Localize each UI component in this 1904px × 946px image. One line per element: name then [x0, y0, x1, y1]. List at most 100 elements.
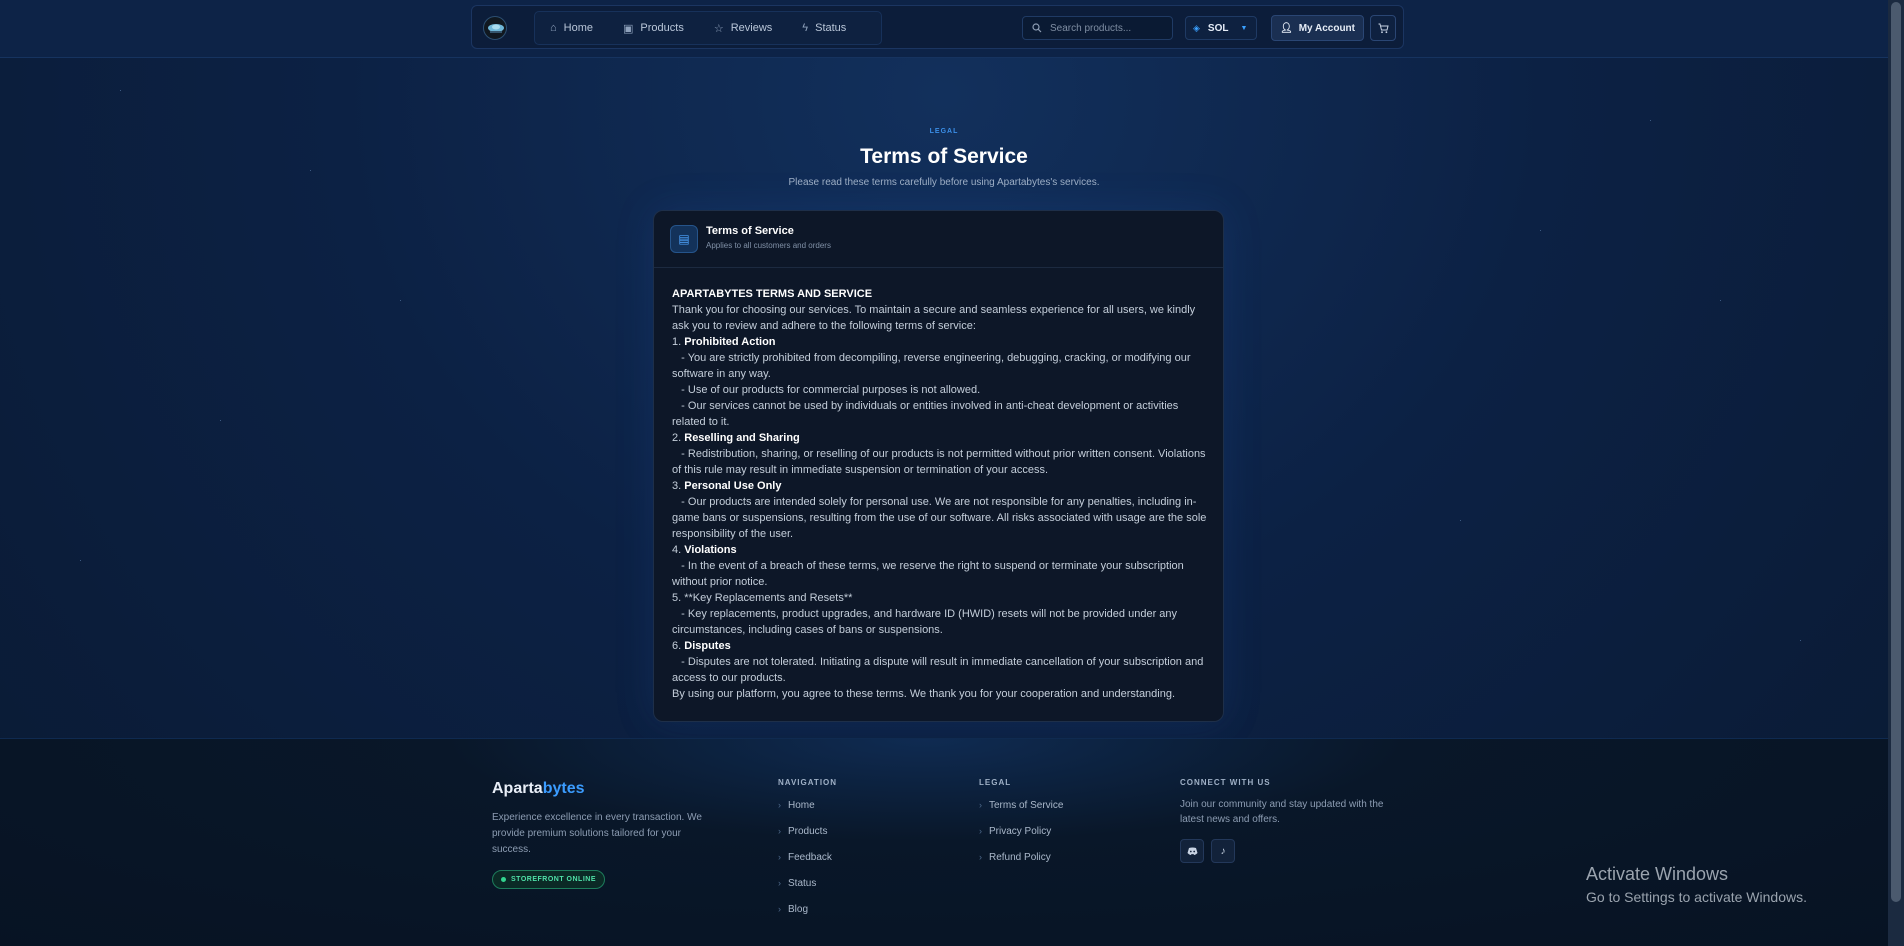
card-subtitle: Applies to all customers and orders	[706, 241, 831, 250]
bullet-icon: ›	[778, 904, 781, 914]
social-links: ♪	[1180, 839, 1390, 863]
section-1-line-2: - Use of our products for commercial pur…	[681, 384, 981, 396]
status-badge: STOREFRONT ONLINE	[492, 870, 605, 889]
status-badge-label: STOREFRONT ONLINE	[511, 876, 596, 883]
section-3-title: Personal Use Only	[684, 480, 782, 492]
section-6-number: 6.	[672, 640, 682, 652]
section-5-line-1: - Key replacements, product upgrades, an…	[672, 608, 1178, 636]
chevron-down-icon: ▼	[1240, 24, 1248, 32]
online-dot-icon	[501, 877, 506, 882]
nav-home[interactable]: ⌂ Home	[535, 12, 608, 44]
section-2-line-1: - Redistribution, sharing, or reselling …	[672, 448, 1206, 476]
footer-link-label: Blog	[788, 904, 809, 915]
section-1-title: Prohibited Action	[684, 336, 776, 348]
footer-description: Experience excellence in every transacti…	[492, 812, 702, 855]
main-nav: ⌂ Home ▣ Products ☆ Reviews ϟ Status	[534, 11, 882, 45]
card-title: Terms of Service	[706, 225, 794, 237]
home-icon: ⌂	[550, 22, 557, 34]
section-3-line-1: - Our products are intended solely for p…	[672, 496, 1207, 540]
search-input[interactable]	[1050, 22, 1165, 34]
nav-home-label: Home	[563, 22, 593, 34]
windows-activation-watermark: Activate Windows Go to Settings to activ…	[1586, 864, 1807, 905]
tiktok-button[interactable]: ♪	[1211, 839, 1235, 863]
footer-legal: LEGAL › Terms of Service › Privacy Policy …	[979, 778, 1063, 875]
footer-link-label: Feedback	[788, 852, 832, 863]
section-4-title: Violations	[684, 544, 737, 556]
user-icon: 👤︎	[1279, 22, 1293, 34]
bolt-icon: ϟ	[802, 22, 809, 34]
eyebrow-label: LEGAL	[929, 128, 959, 135]
nav-reviews-label: Reviews	[730, 22, 773, 34]
footer-link-products[interactable]: › Products	[778, 823, 837, 849]
box-icon: ▣	[623, 22, 634, 35]
brand-name-part-1: Aparta	[492, 780, 543, 797]
section-4-line-1: - In the event of a breach of these term…	[672, 560, 1184, 588]
currency-select[interactable]: ◈ SOL ▼	[1185, 16, 1257, 40]
footer-link-refund[interactable]: › Refund Policy	[979, 849, 1063, 875]
section-2-title: Reselling and Sharing	[684, 432, 800, 444]
page-title: Terms of Service	[860, 145, 1028, 168]
section-3-number: 3.	[672, 480, 682, 492]
document-icon: ▤	[670, 225, 698, 253]
my-account-label: My Account	[1298, 22, 1355, 34]
nav-status-label: Status	[815, 22, 847, 34]
discord-icon	[1187, 847, 1197, 855]
nav-reviews[interactable]: ☆ Reviews	[699, 12, 787, 44]
terms-content: APARTABYTES TERMS AND SERVICE Thank you …	[672, 286, 1212, 702]
section-2-number: 2.	[672, 432, 682, 444]
bullet-icon: ›	[778, 852, 781, 862]
footer-link-home[interactable]: › Home	[778, 797, 837, 823]
discord-button[interactable]	[1180, 839, 1204, 863]
tiktok-icon: ♪	[1220, 845, 1226, 857]
cart-icon	[1378, 23, 1389, 33]
connect-description: Join our community and stay updated with…	[1180, 799, 1384, 825]
section-5-title: 5. **Key Replacements and Resets**	[672, 592, 853, 604]
navbar: ⌂ Home ▣ Products ☆ Reviews ϟ Status ◈ S…	[471, 5, 1404, 49]
footer-brand[interactable]: Apartabytes	[492, 780, 584, 798]
nav-products-label: Products	[640, 22, 684, 34]
section-1-number: 1.	[672, 336, 682, 348]
search-icon	[1032, 23, 1042, 33]
bullet-icon: ›	[778, 826, 781, 836]
nav-products[interactable]: ▣ Products	[608, 12, 699, 44]
footer-link-terms[interactable]: › Terms of Service	[979, 797, 1063, 823]
logo[interactable]	[483, 16, 507, 40]
footer-link-blog[interactable]: › Blog	[778, 901, 837, 927]
bullet-icon: ›	[778, 878, 781, 888]
nav-status[interactable]: ϟ Status	[787, 12, 861, 44]
page-subtitle: Please read these terms carefully before…	[788, 177, 1100, 188]
footer-link-privacy[interactable]: › Privacy Policy	[979, 823, 1063, 849]
my-account-button[interactable]: 👤︎ My Account	[1271, 15, 1364, 41]
footer-link-feedback[interactable]: › Feedback	[778, 849, 837, 875]
footer-link-status[interactable]: › Status	[778, 875, 837, 901]
search-box	[1022, 16, 1173, 40]
terms-card: ▤ Terms of Service Applies to all custom…	[653, 210, 1224, 722]
footer: Apartabytes Experience excellence in eve…	[0, 738, 1888, 946]
section-1-line-3: - Our services cannot be used by individ…	[672, 400, 1179, 428]
scrollbar[interactable]	[1888, 0, 1904, 946]
section-6-line-1: - Disputes are not tolerated. Initiating…	[672, 656, 1204, 684]
footer-link-label: Privacy Policy	[989, 826, 1052, 837]
solana-icon: ◈	[1193, 22, 1200, 33]
bullet-icon: ›	[979, 826, 982, 836]
footer-link-label: Refund Policy	[989, 852, 1051, 863]
footer-link-label: Status	[788, 878, 817, 889]
connect-heading: CONNECT WITH US	[1180, 778, 1271, 787]
footer-navigation: NAVIGATION › Home › Products › Feedback › St…	[778, 778, 837, 927]
footer-link-label: Home	[788, 800, 815, 811]
star-icon: ☆	[713, 22, 724, 35]
bullet-icon: ›	[979, 800, 982, 810]
scrollbar-thumb[interactable]	[1891, 2, 1901, 902]
brand-name-part-2: bytes	[542, 780, 585, 797]
footer-connect: CONNECT WITH US Join our community and s…	[1180, 778, 1390, 863]
cart-button[interactable]	[1370, 15, 1396, 41]
currency-label: SOL	[1207, 22, 1229, 34]
section-4-number: 4.	[672, 544, 682, 556]
watermark-subtitle: Go to Settings to activate Windows.	[1586, 889, 1807, 905]
watermark-title: Activate Windows	[1586, 864, 1729, 884]
footer-link-label: Products	[788, 826, 828, 837]
terms-closing: By using our platform, you agree to thes…	[672, 688, 1176, 700]
footer-link-label: Terms of Service	[989, 800, 1064, 811]
terms-heading: APARTABYTES TERMS AND SERVICE	[672, 288, 873, 300]
card-header: ▤ Terms of Service Applies to all custom…	[654, 211, 1223, 268]
